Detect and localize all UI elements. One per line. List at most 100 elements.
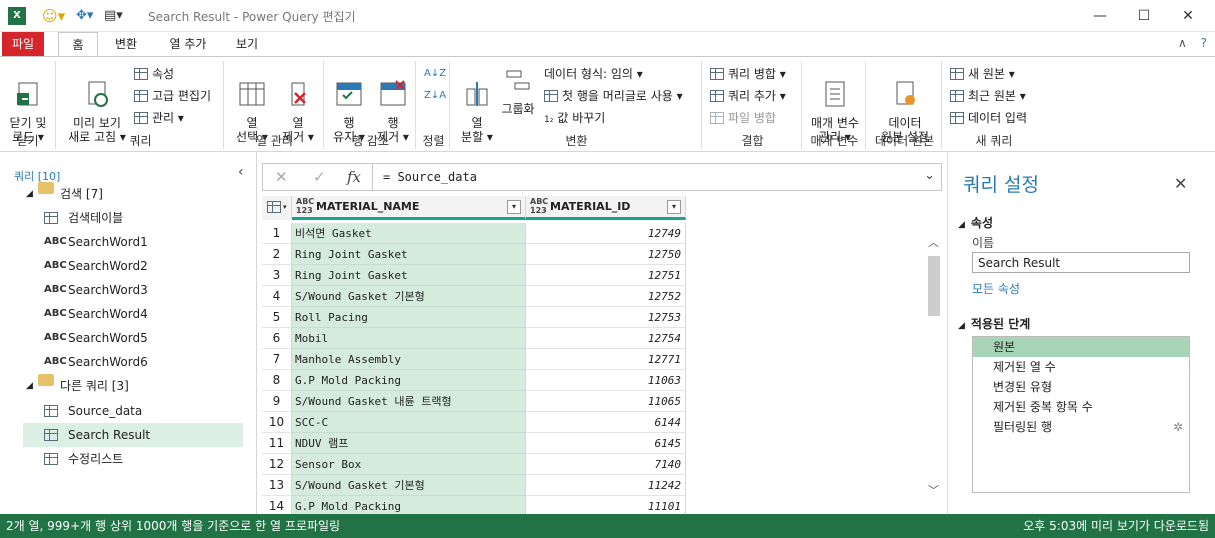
fx-icon[interactable]: fx xyxy=(347,168,361,186)
sort-ascending-icon[interactable]: A↓Z xyxy=(424,65,446,83)
cell-material-id[interactable]: 12751 xyxy=(526,265,686,286)
table-row[interactable]: 7 Manhole Assembly 12771 xyxy=(262,349,686,370)
cell-material-id[interactable]: 12749 xyxy=(526,223,686,244)
cell-material-name[interactable]: G.P Mold Packing xyxy=(292,496,526,514)
expand-icon[interactable]: ◢ xyxy=(26,182,33,206)
filter-dropdown-icon[interactable]: ▾ xyxy=(507,200,521,214)
tree-item-searchword1[interactable]: ABC SearchWord1 xyxy=(0,230,257,254)
column-header-material-name[interactable]: ABC 123 MATERIAL_NAME ▾ xyxy=(292,196,526,220)
help-icon[interactable]: ? xyxy=(1201,36,1207,50)
data-type-dropdown[interactable]: 데이터 형식: 임의 ▾ xyxy=(544,65,643,83)
cell-material-name[interactable]: Roll Pacing xyxy=(292,307,526,328)
cell-material-id[interactable]: 12753 xyxy=(526,307,686,328)
filter-dropdown-icon[interactable]: ▾ xyxy=(667,200,681,214)
cell-material-name[interactable]: S/Wound Gasket 내륜 트랙형 xyxy=(292,391,526,412)
combine-files-button[interactable]: 파일 병합 xyxy=(710,109,776,127)
row-number[interactable]: 9 xyxy=(262,391,292,412)
tree-item-source-data[interactable]: Source_data xyxy=(0,399,257,423)
manage-button[interactable]: 관리 ▾ xyxy=(134,109,184,127)
cell-material-id[interactable]: 12754 xyxy=(526,328,686,349)
table-row[interactable]: 4 S/Wound Gasket 기본형 12752 xyxy=(262,286,686,307)
cell-material-name[interactable]: Ring Joint Gasket xyxy=(292,244,526,265)
step-removed-columns[interactable]: 제거된 열 수 xyxy=(973,357,1189,377)
cancel-icon[interactable]: ✕ xyxy=(275,168,288,186)
row-number[interactable]: 5 xyxy=(262,307,292,328)
tree-item-search-result[interactable]: Search Result xyxy=(23,423,243,447)
quick-access-icon[interactable]: ▤▾ xyxy=(104,8,123,24)
cell-material-name[interactable]: NDUV 램프 xyxy=(292,433,526,454)
row-number[interactable]: 6 xyxy=(262,328,292,349)
check-icon[interactable]: ✓ xyxy=(313,168,326,186)
table-row[interactable]: 9 S/Wound Gasket 내륜 트랙형 11065 xyxy=(262,391,686,412)
enter-data-button[interactable]: 데이터 입력 xyxy=(950,109,1027,127)
merge-queries-button[interactable]: 쿼리 병합 ▾ xyxy=(710,65,786,83)
column-header-material-id[interactable]: ABC 123 MATERIAL_ID ▾ xyxy=(526,196,686,220)
minimize-button[interactable]: — xyxy=(1078,4,1122,28)
table-row[interactable]: 13 S/Wound Gasket 기본형 11242 xyxy=(262,475,686,496)
tab-home[interactable]: 홈 xyxy=(58,32,98,56)
row-number[interactable]: 8 xyxy=(262,370,292,391)
cell-material-id[interactable]: 6144 xyxy=(526,412,686,433)
applied-steps-section[interactable]: ◢ 적용된 단계 xyxy=(958,315,1030,332)
cell-material-id[interactable]: 6145 xyxy=(526,433,686,454)
sort-descending-icon[interactable]: Z↓A xyxy=(424,87,446,105)
tab-transform[interactable]: 변환 xyxy=(104,32,148,56)
cell-material-id[interactable]: 11101 xyxy=(526,496,686,514)
tab-add-column[interactable]: 열 추가 xyxy=(160,32,216,56)
tree-item-searchword5[interactable]: ABC SearchWord5 xyxy=(0,326,257,350)
collapse-pane-icon[interactable]: ‹ xyxy=(238,164,244,180)
cell-material-id[interactable]: 12752 xyxy=(526,286,686,307)
table-row[interactable]: 8 G.P Mold Packing 11063 xyxy=(262,370,686,391)
maximize-button[interactable]: ☐ xyxy=(1122,4,1166,28)
replace-values-button[interactable]: 1₂ 값 바꾸기 xyxy=(544,109,605,127)
step-filtered-rows[interactable]: 필터링된 행 ✲ xyxy=(973,417,1189,437)
scroll-up-icon[interactable]: ︿ xyxy=(928,234,939,250)
cell-material-id[interactable]: 12750 xyxy=(526,244,686,265)
row-number[interactable]: 3 xyxy=(262,265,292,286)
tree-item-search-table[interactable]: 검색테이블 xyxy=(0,206,257,230)
expand-icon[interactable]: ◢ xyxy=(26,374,33,398)
tree-item-searchword6[interactable]: ABC SearchWord6 xyxy=(0,350,257,374)
scroll-down-icon[interactable]: ﹀ xyxy=(928,482,939,498)
table-row[interactable]: 10 SCC-C 6144 xyxy=(262,412,686,433)
cell-material-id[interactable]: 11063 xyxy=(526,370,686,391)
close-button[interactable]: ✕ xyxy=(1166,4,1210,28)
tree-group-search[interactable]: ◢ 검색 [7] xyxy=(0,182,257,206)
table-row[interactable]: 14 G.P Mold Packing 11101 xyxy=(262,496,686,514)
gear-icon[interactable]: ✲ xyxy=(1173,417,1183,437)
recent-sources-button[interactable]: 최근 원본 ▾ xyxy=(950,87,1026,105)
scrollbar-thumb[interactable] xyxy=(928,256,940,316)
step-changed-type[interactable]: 변경된 유형 xyxy=(973,377,1189,397)
tree-item-searchword2[interactable]: ABC SearchWord2 xyxy=(0,254,257,278)
row-number[interactable]: 13 xyxy=(262,475,292,496)
tab-file[interactable]: 파일 xyxy=(2,32,44,56)
cell-material-id[interactable]: 11242 xyxy=(526,475,686,496)
row-number[interactable]: 2 xyxy=(262,244,292,265)
row-number[interactable]: 10 xyxy=(262,412,292,433)
tree-group-other[interactable]: ◢ 다른 쿼리 [3] xyxy=(0,374,257,398)
properties-section[interactable]: ◢ 속성 xyxy=(958,214,993,231)
cell-material-id[interactable]: 12771 xyxy=(526,349,686,370)
table-row[interactable]: 3 Ring Joint Gasket 12751 xyxy=(262,265,686,286)
cell-material-name[interactable]: Sensor Box xyxy=(292,454,526,475)
tree-item-searchword4[interactable]: ABC SearchWord4 xyxy=(0,302,257,326)
cell-material-name[interactable]: Manhole Assembly xyxy=(292,349,526,370)
cell-material-name[interactable]: 비석면 Gasket xyxy=(292,223,526,244)
smiley-icon[interactable]: ☺▾ xyxy=(42,8,65,24)
table-row[interactable]: 1 비석면 Gasket 12749 xyxy=(262,223,686,244)
vertical-scrollbar[interactable]: ︿ ﹀ xyxy=(926,234,942,498)
group-by-button[interactable]: 그룹화 xyxy=(498,65,538,116)
table-row[interactable]: 6 Mobil 12754 xyxy=(262,328,686,349)
cell-material-id[interactable]: 11065 xyxy=(526,391,686,412)
advanced-editor-button[interactable]: 고급 편집기 xyxy=(134,87,211,105)
chevron-down-icon[interactable]: ⌄ xyxy=(924,168,935,183)
cell-material-name[interactable]: S/Wound Gasket 기본형 xyxy=(292,475,526,496)
table-row[interactable]: 2 Ring Joint Gasket 12750 xyxy=(262,244,686,265)
cell-material-name[interactable]: G.P Mold Packing xyxy=(292,370,526,391)
cell-material-id[interactable]: 7140 xyxy=(526,454,686,475)
tree-item-searchword3[interactable]: ABC SearchWord3 xyxy=(0,278,257,302)
table-menu-button[interactable]: ▾ xyxy=(262,196,292,220)
row-number[interactable]: 7 xyxy=(262,349,292,370)
row-number[interactable]: 1 xyxy=(262,223,292,244)
formula-input[interactable]: = Source_data xyxy=(383,170,477,184)
